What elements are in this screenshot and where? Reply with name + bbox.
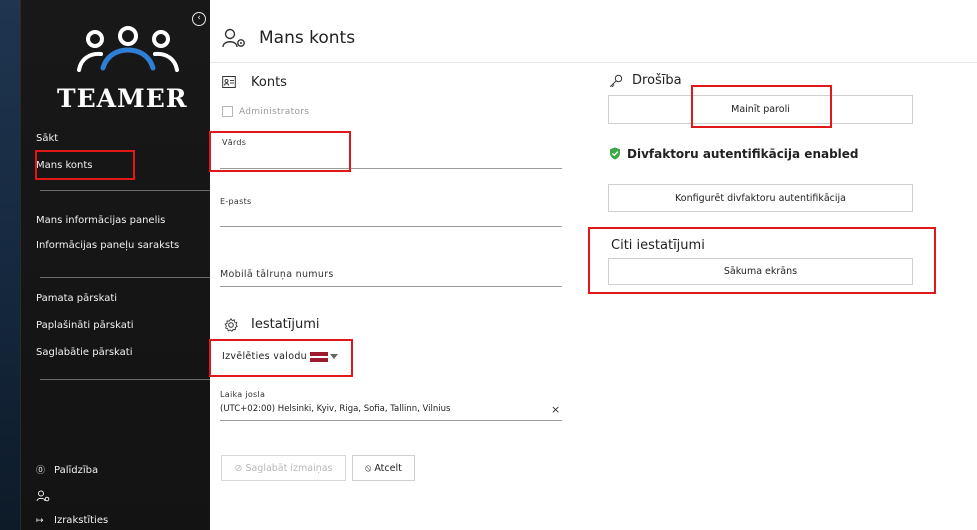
sidebar-divider — [40, 190, 210, 191]
id-card-icon — [222, 76, 236, 88]
page-title: Mans konts — [259, 28, 356, 48]
timezone-label: Laika josla — [220, 390, 266, 399]
help-label: Palīdzība — [54, 465, 99, 476]
account-section-title: Konts — [251, 75, 287, 90]
collapse-sidebar-button[interactable]: ‹ — [192, 12, 206, 26]
account-settings-icon — [222, 28, 245, 48]
sidebar-item-my-dashboard[interactable]: Mans informācijas panelis — [36, 215, 165, 226]
sidebar-divider — [40, 277, 210, 278]
sidebar-item-basic-reports[interactable]: Pamata pārskati — [36, 293, 117, 304]
configure-2fa-button[interactable]: Konfigurēt divfaktoru autentifikācija — [608, 184, 913, 212]
header-divider — [210, 62, 977, 63]
user-settings-icon[interactable] — [36, 490, 50, 502]
gear-icon — [224, 318, 238, 332]
cancel-button[interactable]: ⦸ Atcelt — [352, 455, 415, 481]
sidebar-item-start[interactable]: Sākt — [36, 133, 58, 144]
sidebar-item-saved-reports[interactable]: Saglabātie pārskati — [36, 347, 132, 358]
phone-label: Mobilā tālruņa numurs — [220, 269, 334, 280]
teamer-logo-icon — [77, 26, 179, 72]
configure-2fa-label: Konfigurēt divfaktoru autentifikācija — [675, 192, 846, 204]
administrators-checkbox[interactable] — [222, 106, 233, 117]
email-label: E-pasts — [220, 197, 252, 206]
phone-field[interactable] — [220, 286, 562, 287]
timezone-field[interactable] — [220, 420, 562, 421]
sidebar-item-help[interactable]: ⓪ Palīdzība — [36, 463, 98, 476]
sidebar-item-logout[interactable]: ↦ Izrakstīties — [36, 515, 108, 526]
brand-wordmark: TEAMER — [57, 84, 188, 113]
highlight-box-language-select — [209, 339, 353, 377]
sidebar-item-extended-reports[interactable]: Paplašināti pārskati — [36, 320, 134, 331]
highlight-box-sidebar-my-account — [35, 150, 135, 180]
clear-timezone-icon[interactable]: × — [551, 403, 560, 416]
cancel-label: Atcelt — [374, 462, 402, 474]
left-accent-strip — [0, 0, 20, 530]
sidebar-item-dashboard-list[interactable]: Informācijas paneļu saraksts — [36, 240, 179, 251]
highlight-box-name-field — [209, 131, 351, 172]
home-screen-label: Sākuma ekrāns — [723, 266, 798, 277]
logout-label: Izrakstīties — [54, 515, 109, 526]
help-icon: ⓪ — [36, 466, 46, 476]
key-icon — [609, 74, 623, 88]
cancel-icon: ⦸ — [365, 462, 372, 474]
settings-section-title: Iestatījumi — [251, 317, 320, 332]
save-changes-label: Saglabāt izmaiņas — [245, 462, 333, 474]
logout-icon: ↦ — [36, 516, 44, 526]
email-field[interactable] — [220, 226, 562, 227]
other-settings-title: Citi iestatījumi — [611, 238, 705, 253]
security-section-title: Drošība — [632, 73, 682, 88]
timezone-value: (UTC+02:00) Helsinki, Kyiv, Riga, Sofia,… — [220, 404, 451, 414]
shield-check-icon — [610, 147, 620, 160]
twofa-status: Divfaktoru autentifikācija enabled — [627, 147, 859, 161]
sidebar-divider — [40, 379, 210, 380]
highlight-box-change-password — [691, 85, 832, 128]
administrators-label: Administrators — [239, 107, 310, 117]
check-circle-icon: ⊘ — [234, 462, 243, 474]
save-changes-button[interactable]: ⊘ Saglabāt izmaiņas — [221, 455, 346, 481]
sidebar: ‹ TEAMER — [20, 0, 210, 530]
home-screen-button[interactable]: Sākuma ekrāns — [608, 258, 913, 285]
